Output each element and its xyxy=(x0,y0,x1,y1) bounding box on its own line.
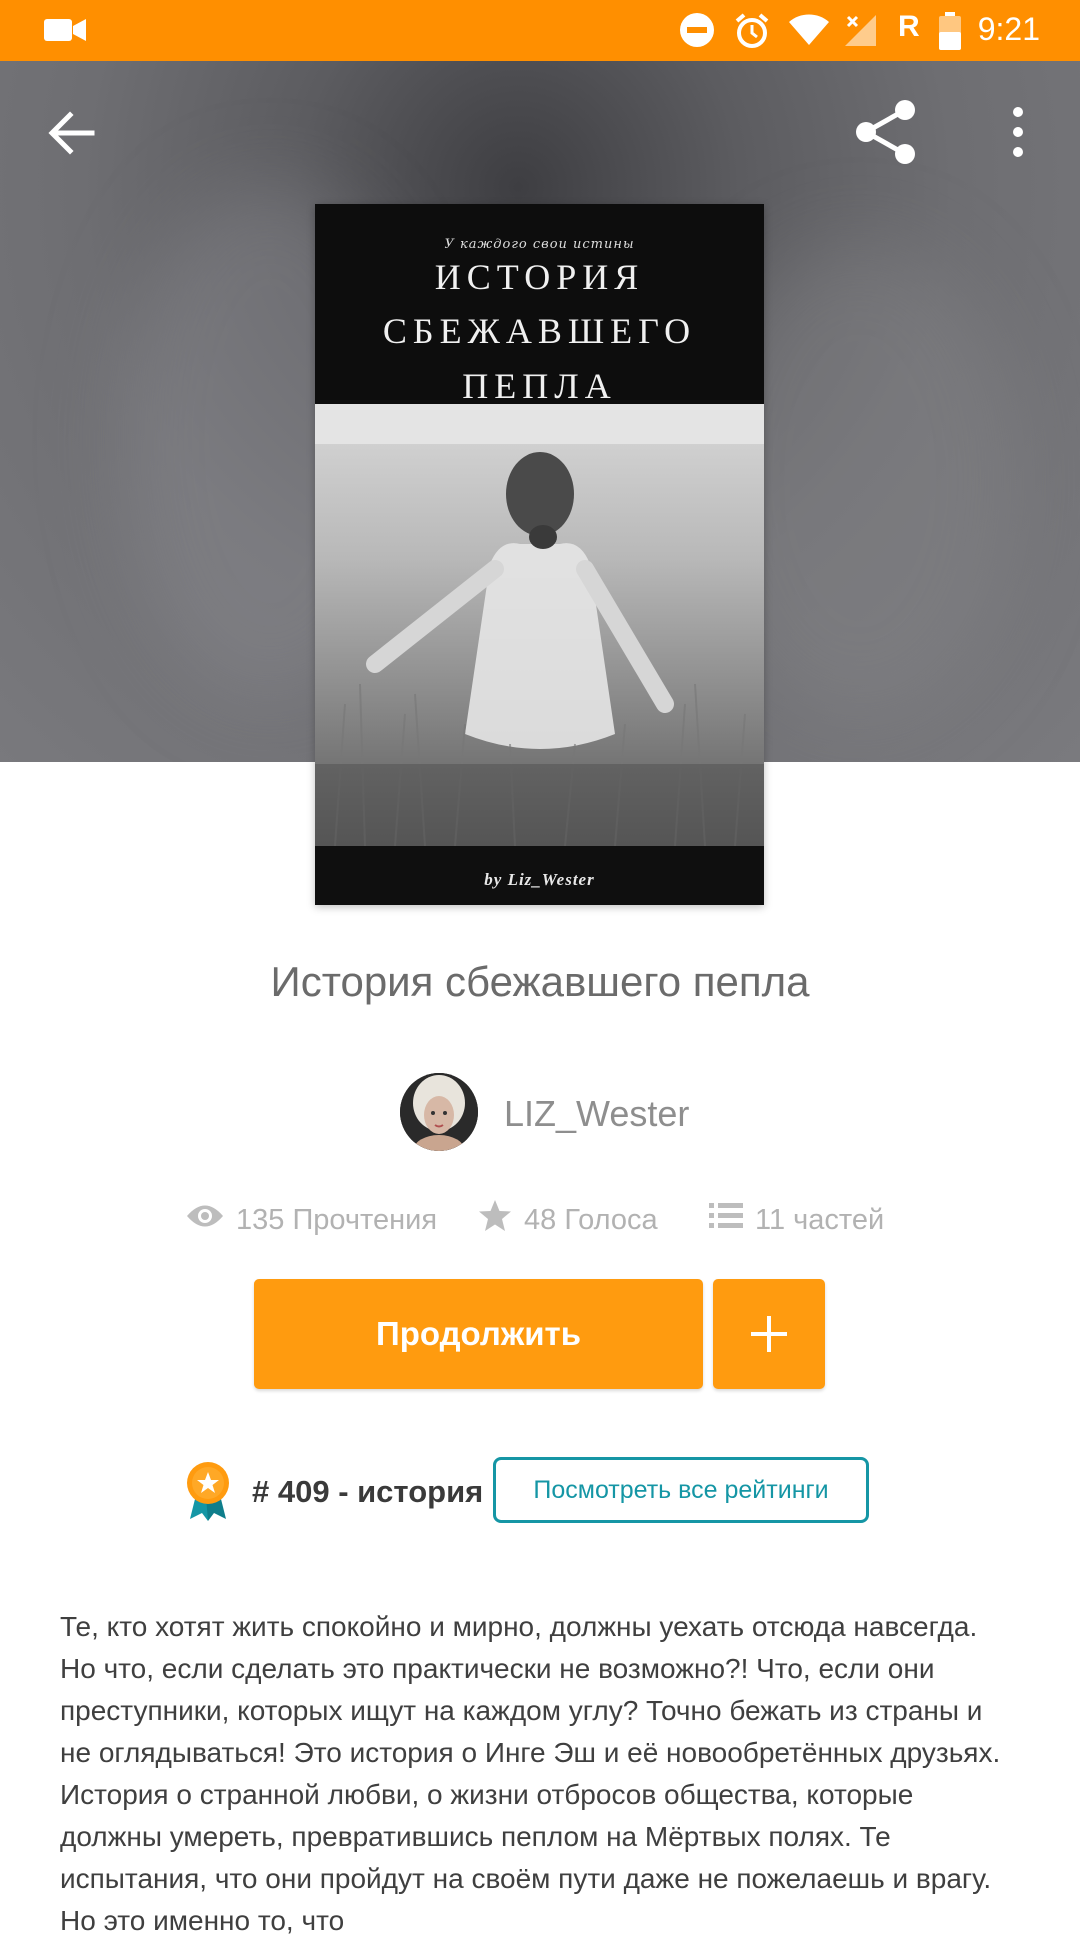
view-all-rankings-button[interactable]: Посмотреть все рейтинги xyxy=(493,1457,869,1523)
status-bar: R 9:21 xyxy=(0,0,1080,61)
share-button[interactable] xyxy=(850,96,922,168)
author-name[interactable]: LIZ_Wester xyxy=(504,1093,689,1135)
book-title: История сбежавшего пепла xyxy=(270,958,810,1005)
back-arrow-icon xyxy=(40,111,104,168)
plus-icon xyxy=(751,1316,787,1357)
status-time: 9:21 xyxy=(977,11,1040,47)
parts-count: 11 частей xyxy=(755,1203,885,1236)
alarm-icon xyxy=(733,12,771,55)
eye-icon xyxy=(186,1203,236,1237)
cover-title-line: ПЕПЛА xyxy=(462,366,617,406)
reads-count: 135 Прочтения xyxy=(236,1203,438,1236)
book-description: Те, кто хотят жить спокойно и мирно, дол… xyxy=(60,1611,1001,1936)
cover-tagline: У каждого свои истины xyxy=(444,237,635,252)
parts-stat: 11 частей xyxy=(709,1200,884,1240)
list-icon xyxy=(709,1202,755,1238)
book-cover[interactable]: У каждого свои истины ИСТОРИЯ СБЕЖАВШЕГО… xyxy=(315,204,764,905)
continue-reading-button[interactable]: Продолжить xyxy=(254,1279,703,1389)
share-icon xyxy=(850,100,922,172)
ranking-badge-icon xyxy=(184,1461,232,1526)
view-all-rankings-label: Посмотреть все рейтинги xyxy=(533,1475,829,1504)
ranking-text: # 409 - история xyxy=(252,1474,484,1509)
continue-label: Продолжить xyxy=(376,1315,581,1352)
star-icon xyxy=(478,1199,524,1241)
more-vertical-icon xyxy=(994,107,1042,168)
back-button[interactable] xyxy=(40,100,104,164)
cover-title-line: СБЕЖАВШЕГО xyxy=(382,311,697,351)
wifi-icon xyxy=(788,14,830,51)
network-type-label: R xyxy=(898,10,920,43)
do-not-disturb-icon xyxy=(679,12,715,53)
cover-title-line: ИСТОРИЯ xyxy=(434,257,645,297)
cover-photo xyxy=(315,404,764,846)
reads-stat: 135 Прочтения xyxy=(186,1200,437,1240)
battery-icon xyxy=(938,12,962,55)
votes-count: 48 Голоса xyxy=(524,1203,658,1236)
author-avatar[interactable] xyxy=(400,1073,478,1151)
more-options-button[interactable] xyxy=(994,100,1042,164)
video-camera-icon xyxy=(44,16,86,49)
signal-icon xyxy=(843,13,877,52)
cover-byline: by Liz_Wester xyxy=(484,870,595,889)
votes-stat: 48 Голоса xyxy=(478,1200,658,1240)
add-to-library-button[interactable] xyxy=(713,1279,825,1389)
